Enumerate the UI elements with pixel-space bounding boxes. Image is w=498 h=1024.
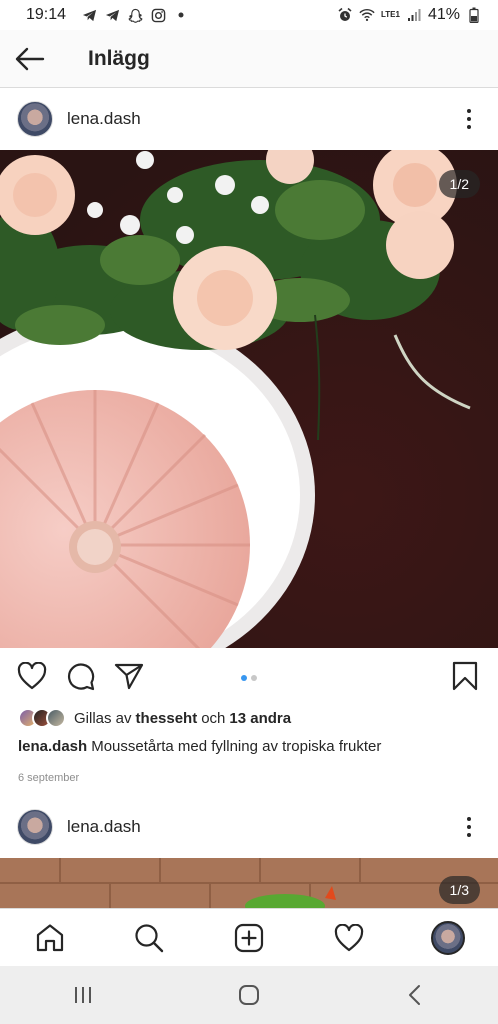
share-icon [114, 663, 144, 690]
recent-apps-icon [75, 987, 91, 1003]
liker-avatars [18, 708, 66, 728]
post-date: 6 september [0, 760, 498, 796]
carousel-dots [241, 675, 257, 681]
nav-profile[interactable] [424, 914, 472, 962]
profile-avatar [431, 920, 466, 955]
comment-button[interactable] [64, 659, 98, 693]
post-header: lena.dash [0, 88, 498, 150]
bottom-nav [0, 908, 498, 966]
more-dot [467, 125, 471, 129]
likes-row[interactable]: Gillas av thesseht och 13 andra [0, 704, 498, 732]
post-image[interactable]: 1/3 [0, 858, 498, 908]
likes-prefix: Gillas av [74, 709, 132, 727]
more-options-button[interactable] [449, 99, 489, 139]
more-dot [467, 833, 471, 837]
liker-avatar [46, 708, 66, 728]
post-actions [0, 648, 498, 704]
status-bar: 19:14 LTE1 41% [0, 0, 498, 30]
caption-text: Moussetårta med fyllning av tropiska fru… [91, 737, 382, 755]
cake-photo [0, 150, 498, 648]
avatar[interactable] [17, 809, 53, 845]
liked-by-username[interactable]: thesseht [136, 710, 198, 727]
more-dot [467, 117, 471, 121]
image-counter-badge: 1/3 [438, 876, 480, 904]
status-right: LTE1 41% [337, 6, 482, 24]
system-back-button[interactable] [385, 970, 445, 1020]
home-icon [36, 923, 63, 951]
save-button[interactable] [448, 659, 482, 693]
instagram-icon [150, 7, 166, 23]
status-time: 19:14 [26, 6, 67, 23]
bookmark-icon [452, 661, 478, 691]
post-date-text: 6 september [18, 772, 80, 784]
post-username[interactable]: lena.dash [67, 817, 141, 837]
back-chevron-icon [409, 985, 420, 1005]
avatar[interactable] [17, 101, 53, 137]
nav-new-post[interactable] [225, 914, 273, 962]
likes-middle: och [201, 709, 226, 727]
more-dot [467, 109, 471, 113]
post-username[interactable]: lena.dash [67, 109, 141, 129]
share-button[interactable] [112, 659, 146, 693]
recent-apps-button[interactable] [53, 970, 113, 1020]
back-button[interactable] [2, 30, 58, 88]
arrow-left-icon [15, 47, 45, 70]
system-nav-bar [0, 966, 498, 1024]
status-left: 19:14 [26, 6, 189, 24]
post-header: lena.dash [0, 796, 498, 858]
carousel-dot [251, 675, 257, 681]
image-counter-badge: 1/2 [438, 170, 480, 198]
more-dot [467, 817, 471, 821]
carousel-dot-active [241, 675, 247, 681]
like-button[interactable] [15, 659, 49, 693]
more-dot [467, 825, 471, 829]
search-icon [135, 923, 164, 952]
battery-icon [466, 7, 482, 23]
activity-heart-icon [334, 923, 363, 951]
heart-icon [17, 662, 47, 690]
page-title: Inlägg [88, 46, 150, 70]
alarm-icon [337, 7, 353, 23]
wifi-icon [359, 7, 375, 23]
post-photo [0, 858, 498, 908]
battery-level: 41% [427, 6, 460, 23]
telegram-icon [81, 7, 97, 23]
telegram-icon [104, 7, 120, 23]
network-label: LTE1 [381, 10, 400, 19]
nav-activity[interactable] [325, 914, 373, 962]
snapchat-icon [127, 7, 143, 23]
caption-username[interactable]: lena.dash [18, 738, 87, 755]
nav-search[interactable] [125, 914, 173, 962]
post-image[interactable]: 1/2 [0, 150, 498, 648]
likes-others[interactable]: 13 andra [229, 710, 291, 727]
system-home-button[interactable] [219, 970, 279, 1020]
add-post-icon [234, 923, 264, 952]
app-header: Inlägg [0, 30, 498, 88]
nav-home[interactable] [26, 914, 74, 962]
signal-icon [406, 7, 422, 23]
dot-icon [173, 7, 189, 23]
more-options-button[interactable] [449, 807, 489, 847]
caption: lena.dash Moussetårta med fyllning av tr… [0, 732, 498, 760]
comment-icon [67, 663, 95, 691]
home-circle-icon [239, 985, 259, 1005]
